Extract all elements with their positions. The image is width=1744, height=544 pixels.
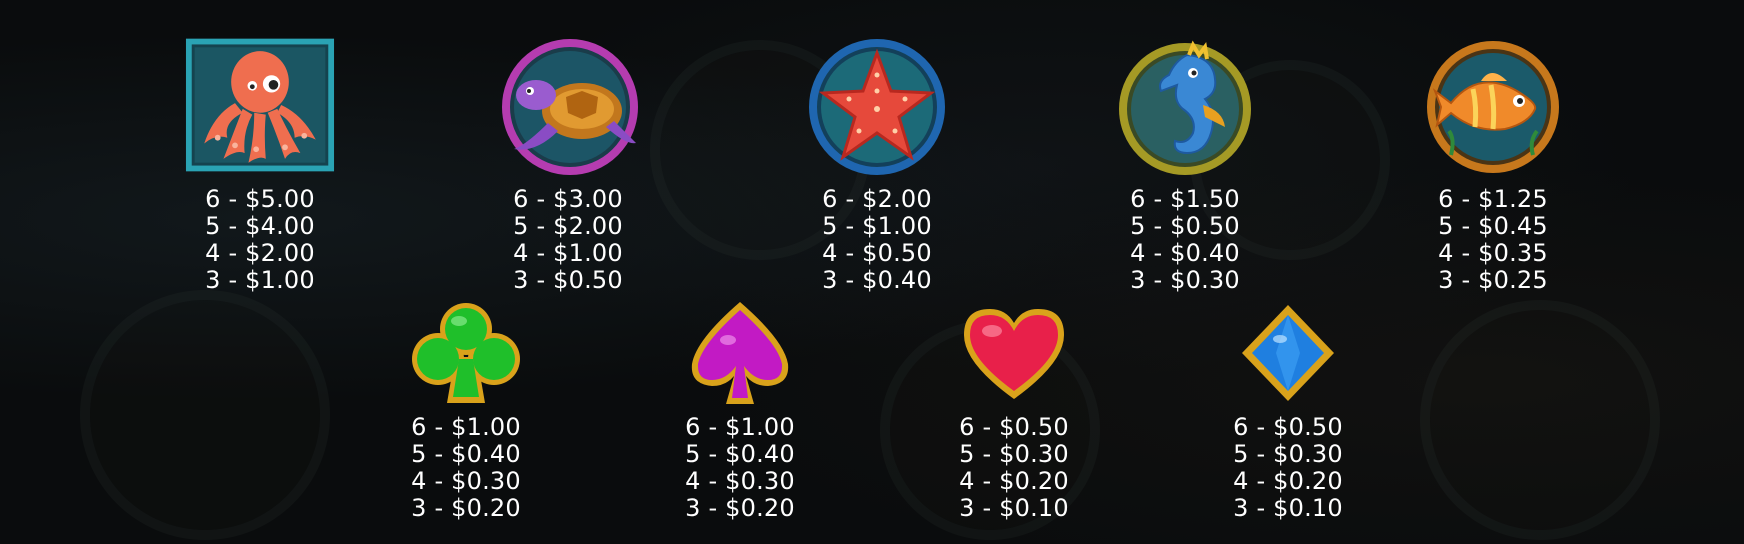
pay-line: 4 - $0.35 — [1438, 239, 1548, 267]
paytable-symbol-fish: 6 - $1.25 5 - $0.45 4 - $0.35 3 - $0.25 — [1393, 30, 1593, 294]
seahorse-pay-list: 6 - $1.50 5 - $0.50 4 - $0.40 3 - $0.30 — [1130, 186, 1240, 294]
club-icon — [391, 298, 541, 408]
pay-line: 3 - $0.25 — [1438, 266, 1548, 294]
background-reel-decoration — [1420, 300, 1660, 540]
pay-line: 3 - $0.20 — [685, 494, 795, 522]
pay-line: 6 - $1.00 — [685, 413, 795, 441]
heart-pay-list: 6 - $0.50 5 - $0.30 4 - $0.20 3 - $0.10 — [959, 414, 1069, 522]
heart-icon — [939, 298, 1089, 408]
pay-line: 4 - $1.00 — [513, 239, 623, 267]
paytable-screen: 6 - $5.00 5 - $4.00 4 - $2.00 3 - $1.00 … — [0, 0, 1744, 544]
pay-line: 4 - $0.40 — [1130, 239, 1240, 267]
fish-pay-list: 6 - $1.25 5 - $0.45 4 - $0.35 3 - $0.25 — [1438, 186, 1548, 294]
pay-line: 5 - $0.40 — [685, 440, 795, 468]
turtle-icon — [493, 30, 643, 180]
paytable-symbol-octopus: 6 - $5.00 5 - $4.00 4 - $2.00 3 - $1.00 — [160, 30, 360, 294]
pay-line: 3 - $0.10 — [1233, 494, 1343, 522]
pay-line: 5 - $1.00 — [822, 212, 932, 240]
pay-line: 5 - $2.00 — [513, 212, 623, 240]
pay-line: 5 - $0.40 — [411, 440, 521, 468]
pay-line: 4 - $0.20 — [1233, 467, 1343, 495]
pay-line: 3 - $1.00 — [205, 266, 315, 294]
seahorse-icon — [1110, 30, 1260, 180]
pay-line: 5 - $0.50 — [1130, 212, 1240, 240]
paytable-symbol-diamond: 6 - $0.50 5 - $0.30 4 - $0.20 3 - $0.10 — [1188, 298, 1388, 522]
diamond-icon — [1213, 298, 1363, 408]
pay-line: 6 - $2.00 — [822, 185, 932, 213]
diamond-pay-list: 6 - $0.50 5 - $0.30 4 - $0.20 3 - $0.10 — [1233, 414, 1343, 522]
fish-icon — [1418, 30, 1568, 180]
starfish-icon — [802, 30, 952, 180]
pay-line: 4 - $0.20 — [959, 467, 1069, 495]
pay-line: 3 - $0.40 — [822, 266, 932, 294]
pay-line: 4 - $0.30 — [411, 467, 521, 495]
pay-line: 3 - $0.10 — [959, 494, 1069, 522]
pay-line: 3 - $0.30 — [1130, 266, 1240, 294]
pay-line: 5 - $0.45 — [1438, 212, 1548, 240]
paytable-symbol-turtle: 6 - $3.00 5 - $2.00 4 - $1.00 3 - $0.50 — [468, 30, 668, 294]
pay-line: 4 - $2.00 — [205, 239, 315, 267]
octopus-icon — [185, 30, 335, 180]
pay-line: 5 - $0.30 — [1233, 440, 1343, 468]
pay-line: 6 - $0.50 — [959, 413, 1069, 441]
paytable-symbol-heart: 6 - $0.50 5 - $0.30 4 - $0.20 3 - $0.10 — [914, 298, 1114, 522]
club-pay-list: 6 - $1.00 5 - $0.40 4 - $0.30 3 - $0.20 — [411, 414, 521, 522]
paytable-symbol-spade: 6 - $1.00 5 - $0.40 4 - $0.30 3 - $0.20 — [640, 298, 840, 522]
pay-line: 4 - $0.30 — [685, 467, 795, 495]
background-reel-decoration — [80, 290, 330, 540]
pay-line: 3 - $0.50 — [513, 266, 623, 294]
pay-line: 6 - $0.50 — [1233, 413, 1343, 441]
octopus-pay-list: 6 - $5.00 5 - $4.00 4 - $2.00 3 - $1.00 — [205, 186, 315, 294]
pay-line: 6 - $3.00 — [513, 185, 623, 213]
pay-line: 6 - $1.50 — [1130, 185, 1240, 213]
starfish-pay-list: 6 - $2.00 5 - $1.00 4 - $0.50 3 - $0.40 — [822, 186, 932, 294]
paytable-symbol-club: 6 - $1.00 5 - $0.40 4 - $0.30 3 - $0.20 — [366, 298, 566, 522]
turtle-pay-list: 6 - $3.00 5 - $2.00 4 - $1.00 3 - $0.50 — [513, 186, 623, 294]
pay-line: 3 - $0.20 — [411, 494, 521, 522]
spade-icon — [665, 298, 815, 408]
paytable-symbol-seahorse: 6 - $1.50 5 - $0.50 4 - $0.40 3 - $0.30 — [1085, 30, 1285, 294]
spade-pay-list: 6 - $1.00 5 - $0.40 4 - $0.30 3 - $0.20 — [685, 414, 795, 522]
pay-line: 4 - $0.50 — [822, 239, 932, 267]
pay-line: 6 - $5.00 — [205, 185, 315, 213]
pay-line: 6 - $1.25 — [1438, 185, 1548, 213]
pay-line: 5 - $4.00 — [205, 212, 315, 240]
pay-line: 6 - $1.00 — [411, 413, 521, 441]
pay-line: 5 - $0.30 — [959, 440, 1069, 468]
paytable-symbol-starfish: 6 - $2.00 5 - $1.00 4 - $0.50 3 - $0.40 — [777, 30, 977, 294]
